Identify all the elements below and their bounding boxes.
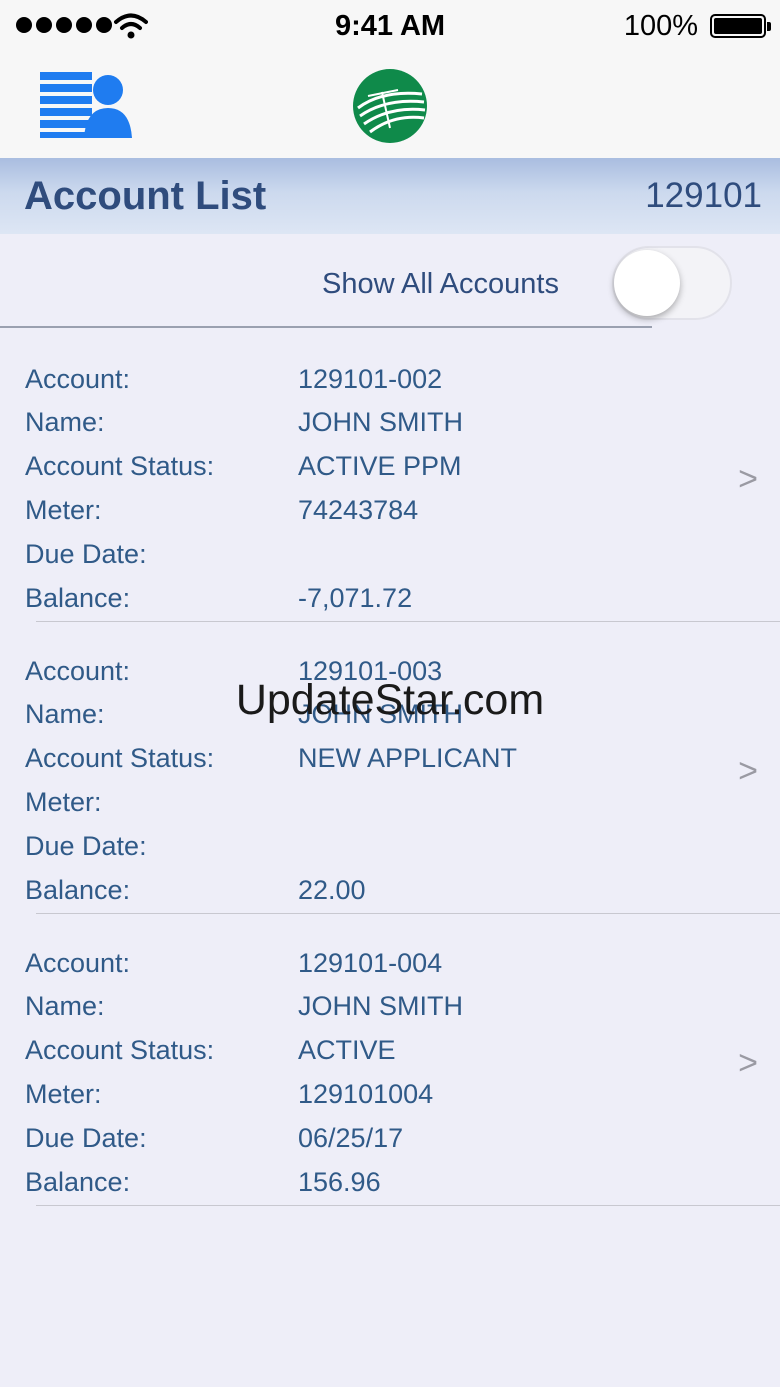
account-value: 129101-002 <box>298 364 443 394</box>
meter-value: 74243784 <box>298 495 419 525</box>
due-date-label: Due Date: <box>25 831 147 861</box>
name-label: Name: <box>25 991 105 1021</box>
account-row: Account: 129101-002 <box>0 364 700 408</box>
chevron-right-icon[interactable]: > <box>738 460 758 499</box>
balance-label: Balance: <box>25 875 131 905</box>
page-title: Account List <box>24 174 267 218</box>
name-value: JOHN SMITH <box>298 407 463 437</box>
status-label: Account Status: <box>25 451 215 481</box>
due-date-label: Due Date: <box>25 539 147 569</box>
account-card[interactable]: Account: 129101-003 Name: JOHN SMITH Acc… <box>0 622 780 914</box>
battery-percentage: 100% <box>623 10 698 42</box>
divider <box>0 326 652 328</box>
name-value: JOHN SMITH <box>298 991 463 1021</box>
account-list-menu-icon[interactable] <box>40 70 134 138</box>
account-row: Account: 129101-004 <box>0 948 700 992</box>
account-card[interactable]: Account: 129101-004 Name: JOHN SMITH Acc… <box>0 914 780 1206</box>
account-list-header: Account List 129101 <box>0 158 780 234</box>
balance-label: Balance: <box>25 1167 131 1197</box>
account-label: Account: <box>25 364 131 394</box>
due-date-row: Due Date: <box>0 539 700 583</box>
account-label: Account: <box>25 948 131 978</box>
due-date-row: Due Date: 06/25/17 <box>0 1123 700 1167</box>
battery-icon <box>710 14 771 38</box>
chevron-right-icon[interactable]: > <box>738 1044 758 1083</box>
due-date-value: 06/25/17 <box>298 1123 404 1153</box>
status-row: Account Status: ACTIVE PPM <box>0 451 700 495</box>
name-row: Name: JOHN SMITH <box>0 991 700 1035</box>
row-separator <box>36 1205 780 1206</box>
meter-label: Meter: <box>25 1079 102 1109</box>
due-date-row: Due Date: <box>0 831 700 875</box>
status-row: Account Status: NEW APPLICANT <box>0 743 700 787</box>
balance-label: Balance: <box>25 583 131 613</box>
balance-value: 156.96 <box>298 1167 381 1197</box>
account-value: 129101-004 <box>298 948 443 978</box>
meter-value: 129101004 <box>298 1079 434 1109</box>
account-card[interactable]: Account: 129101-002 Name: JOHN SMITH Acc… <box>0 330 780 622</box>
status-value: NEW APPLICANT <box>298 743 518 773</box>
toggle-knob <box>614 250 680 316</box>
name-row: Name: JOHN SMITH <box>0 407 700 451</box>
navigation-bar <box>0 54 780 159</box>
account-list: Account: 129101-002 Name: JOHN SMITH Acc… <box>0 330 780 1206</box>
member-number: 129101 <box>645 176 762 215</box>
show-all-accounts-label: Show All Accounts <box>322 268 559 300</box>
meter-label: Meter: <box>25 787 102 817</box>
status-label: Account Status: <box>25 743 215 773</box>
status-row: Account Status: ACTIVE <box>0 1035 700 1079</box>
balance-value: -7,071.72 <box>298 583 413 613</box>
status-value: ACTIVE <box>298 1035 396 1065</box>
meter-row: Meter: 74243784 <box>0 495 700 539</box>
utility-logo-icon <box>353 69 427 143</box>
show-all-accounts-toggle[interactable] <box>612 246 732 320</box>
meter-row: Meter: 129101004 <box>0 1079 700 1123</box>
status-bar: 9:41 AM 100% <box>0 0 780 54</box>
due-date-label: Due Date: <box>25 1123 147 1153</box>
balance-value: 22.00 <box>298 875 366 905</box>
status-label: Account Status: <box>25 1035 215 1065</box>
meter-row: Meter: <box>0 787 700 831</box>
meter-label: Meter: <box>25 495 102 525</box>
status-value: ACTIVE PPM <box>298 451 462 481</box>
name-label: Name: <box>25 407 105 437</box>
watermark-text: UpdateStar.com <box>235 676 545 724</box>
chevron-right-icon[interactable]: > <box>738 752 758 791</box>
